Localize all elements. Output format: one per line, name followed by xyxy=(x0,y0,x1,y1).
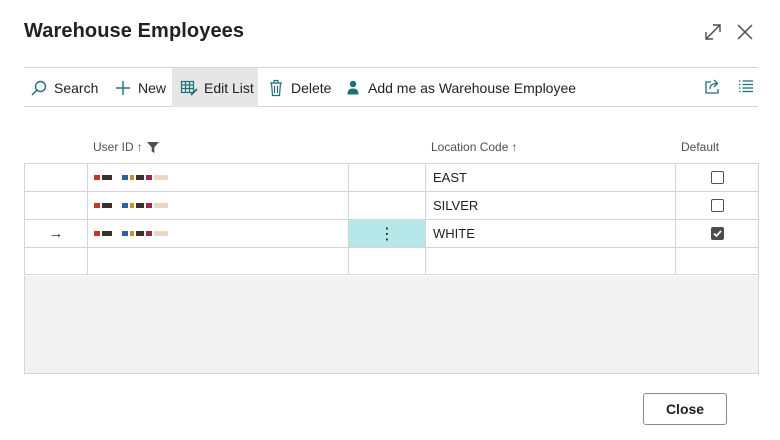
redacted-user-id xyxy=(94,229,168,239)
row-selector[interactable]: → xyxy=(25,220,88,247)
list-view-button[interactable] xyxy=(735,68,757,107)
user-id-cell[interactable] xyxy=(88,220,349,247)
row-actions-cell[interactable] xyxy=(349,164,426,191)
column-header-default[interactable]: Default xyxy=(681,136,719,158)
search-label: Search xyxy=(54,79,99,96)
person-icon xyxy=(344,79,362,97)
sort-arrow-icon: ↑ xyxy=(136,140,143,154)
edit-list-icon xyxy=(180,79,198,97)
row-actions-cell[interactable] xyxy=(349,192,426,219)
delete-button[interactable]: Delete xyxy=(267,68,331,107)
table-row[interactable]: → ⋮ WHITE xyxy=(25,220,758,248)
add-me-label: Add me as Warehouse Employee xyxy=(368,79,577,96)
table-row[interactable]: EAST xyxy=(25,164,758,192)
redacted-user-id xyxy=(94,173,168,183)
trash-icon xyxy=(267,79,285,97)
row-selector[interactable] xyxy=(25,164,88,191)
edit-list-button[interactable]: Edit List xyxy=(172,68,258,107)
share-button[interactable] xyxy=(702,68,724,107)
list-view-icon xyxy=(737,77,755,98)
default-checkbox-checked[interactable] xyxy=(710,227,724,240)
location-code-cell[interactable] xyxy=(426,248,676,275)
grid-empty-area xyxy=(24,276,759,374)
location-code-cell[interactable]: WHITE xyxy=(426,220,676,247)
user-id-cell[interactable] xyxy=(88,192,349,219)
default-cell xyxy=(676,164,758,191)
table-row[interactable]: SILVER xyxy=(25,192,758,220)
edit-list-label: Edit List xyxy=(204,79,254,96)
row-actions-cell[interactable] xyxy=(349,248,426,275)
new-label: New xyxy=(138,79,167,96)
plus-icon xyxy=(114,79,132,97)
action-bar: Search New Edit List Delete Add me as Wa… xyxy=(24,67,758,107)
search-button[interactable]: Search xyxy=(30,68,98,107)
default-cell[interactable] xyxy=(676,248,758,275)
expand-icon[interactable] xyxy=(701,20,725,44)
search-icon xyxy=(30,79,48,97)
share-icon xyxy=(704,77,722,98)
default-cell xyxy=(676,192,758,219)
redacted-user-id xyxy=(94,201,168,211)
default-cell xyxy=(676,220,758,247)
user-id-cell[interactable] xyxy=(88,164,349,191)
row-actions-cell[interactable]: ⋮ xyxy=(349,220,426,247)
more-options-icon[interactable]: ⋮ xyxy=(379,224,395,244)
column-header-location-code[interactable]: Location Code ↑ xyxy=(431,136,517,158)
new-button[interactable]: New xyxy=(114,68,166,107)
page-title: Warehouse Employees xyxy=(24,20,245,42)
close-button[interactable]: Close xyxy=(643,393,727,425)
row-selector[interactable] xyxy=(25,248,88,275)
default-checkbox[interactable] xyxy=(710,199,724,212)
row-selector[interactable] xyxy=(25,192,88,219)
filter-icon[interactable] xyxy=(146,141,159,153)
delete-label: Delete xyxy=(291,79,332,96)
default-checkbox[interactable] xyxy=(710,171,724,184)
column-header-user-id[interactable]: User ID ↑ xyxy=(93,136,159,158)
user-id-cell[interactable] xyxy=(88,248,349,275)
table-row-new[interactable] xyxy=(25,248,758,276)
location-code-cell[interactable]: SILVER xyxy=(426,192,676,219)
arrow-right-icon: → xyxy=(48,225,64,242)
grid-rows: EAST SILVER → ⋮ WHITE xyxy=(24,163,759,275)
add-me-warehouse-employee-button[interactable]: Add me as Warehouse Employee xyxy=(344,68,576,107)
close-icon[interactable] xyxy=(733,20,757,44)
location-code-cell[interactable]: EAST xyxy=(426,164,676,191)
sort-arrow-icon: ↑ xyxy=(511,140,518,154)
